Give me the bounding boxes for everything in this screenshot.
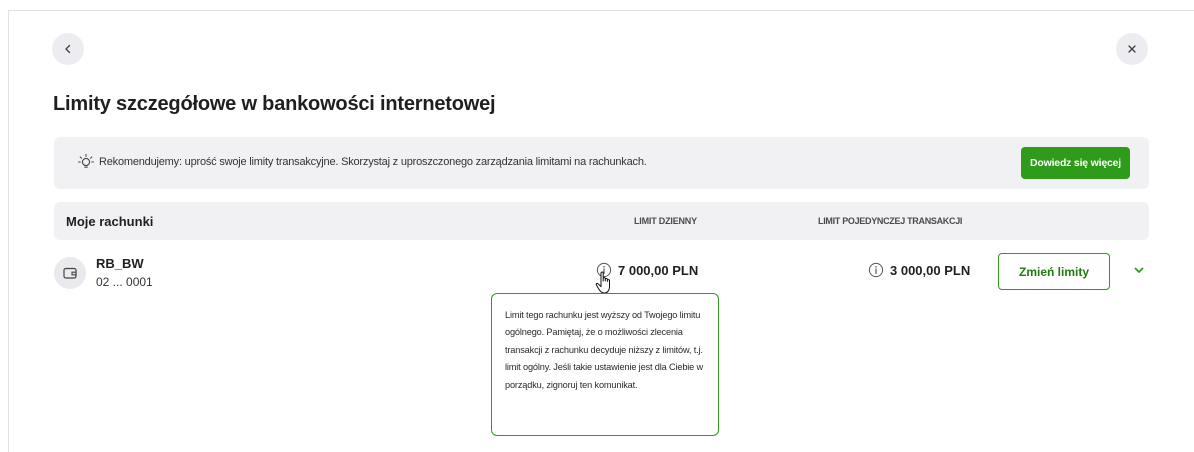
- recommendation-banner: Rekomendujemy: uprość swoje limity trans…: [54, 137, 1149, 189]
- single-transaction-limit-value: 3 000,00 PLN: [890, 263, 971, 278]
- column-header-single-limit: LIMIT POJEDYNCZEJ TRANSAKCJI: [818, 216, 963, 226]
- daily-limit-value: 7 000,00 PLN: [618, 263, 699, 278]
- learn-more-button[interactable]: Dowiedz się więcej: [1021, 147, 1130, 179]
- close-icon: [1128, 45, 1136, 53]
- wallet-icon: [54, 257, 86, 289]
- chevron-down-icon[interactable]: [1132, 263, 1146, 277]
- chevron-left-icon: [65, 44, 71, 54]
- back-button[interactable]: [52, 33, 84, 65]
- banner-text: Rekomendujemy: uprość swoje limity trans…: [99, 156, 647, 168]
- change-limits-button[interactable]: Zmień limity: [998, 253, 1110, 290]
- account-name: RB_BW: [96, 256, 144, 271]
- lightbulb-icon: [78, 154, 94, 168]
- column-header-daily-limit: LIMIT DZIENNY: [634, 216, 697, 226]
- limit-warning-tooltip: Limit tego rachunku jest wyższy od Twoje…: [491, 293, 719, 436]
- tooltip-text: Limit tego rachunku jest wyższy od Twoje…: [505, 310, 704, 390]
- page-title: Limity szczegółowe w bankowości internet…: [53, 93, 496, 115]
- column-header-accounts: Moje rachunki: [66, 214, 154, 229]
- close-button[interactable]: [1116, 33, 1148, 65]
- info-icon[interactable]: [868, 262, 884, 278]
- table-header: Moje rachunki LIMIT DZIENNY LIMIT POJEDY…: [54, 202, 1149, 240]
- account-number: 02 ... 0001: [96, 275, 153, 289]
